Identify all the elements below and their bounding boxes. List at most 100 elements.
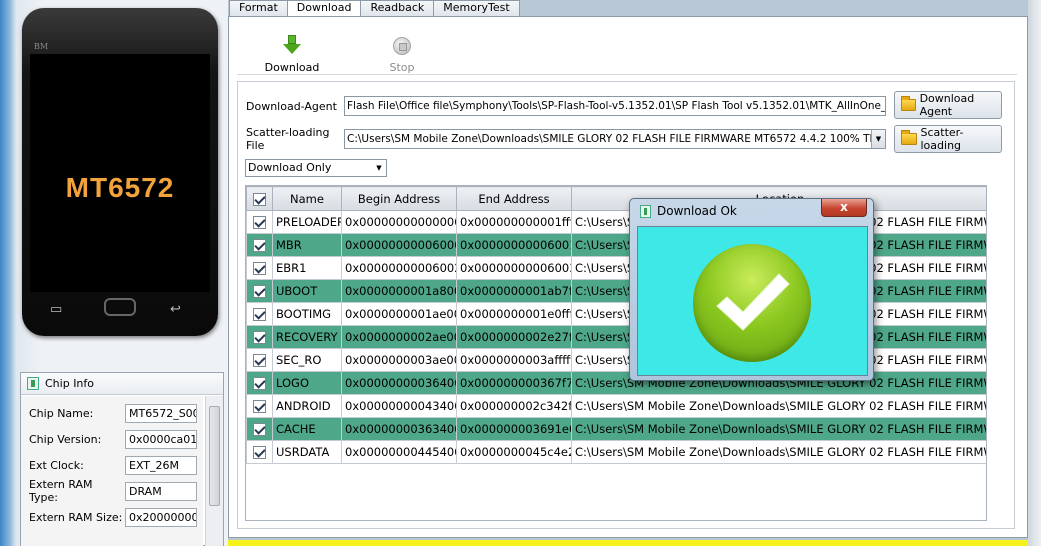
row-checkbox[interactable]	[246, 417, 273, 441]
stop-icon	[393, 37, 411, 55]
chip-info-value[interactable]: DRAM	[125, 481, 197, 501]
column-header-name[interactable]: Name	[272, 186, 342, 211]
column-header-end-address[interactable]: End Address	[456, 186, 572, 211]
scatter-label: Scatter-loading File	[246, 126, 330, 152]
chip-info-label: Extern RAM Type:	[29, 478, 93, 504]
table-row[interactable]: LOGO0x00000000036400000x000000000367f731…	[246, 371, 986, 395]
chip-info-row: Chip Name: MT6572_S00	[29, 402, 199, 424]
app-icon	[640, 204, 651, 218]
row-checkbox[interactable]	[246, 325, 273, 349]
chip-info-label: Chip Version:	[29, 432, 102, 446]
chip-info-row: Chip Version: 0x0000ca01	[29, 428, 199, 450]
close-button[interactable]: x	[821, 199, 867, 217]
tab-download[interactable]: Download	[286, 0, 362, 17]
table-row[interactable]: MBR0x00000000006000000x00000000006001ffC…	[246, 233, 986, 257]
end-address: 0x0000000001ab7fff	[456, 279, 572, 303]
tab-memorytest[interactable]: MemoryTest	[433, 0, 520, 16]
chip-info-body: Chip Name: MT6572_S00 Chip Version: 0x0000c…	[21, 396, 203, 546]
stop-button-label: Stop	[389, 61, 415, 74]
scatter-loading-button[interactable]: Scatter-loading	[894, 125, 1002, 153]
partition-name: EBR1	[272, 256, 342, 280]
row-checkbox[interactable]	[246, 348, 273, 372]
end-address: 0x0000000045c4e237	[456, 440, 572, 464]
left-pane: BM MT6572 ▭ ↩ Chip Info Chip Name: MT6572…	[0, 0, 228, 546]
partition-name: ANDROID	[272, 394, 342, 418]
download-agent-path[interactable]: Flash File\Office file\Symphony\Tools\SP…	[344, 96, 886, 116]
partition-table: Name Begin Address End Address Location …	[245, 185, 987, 521]
chip-info-value[interactable]: 0x20000000	[125, 507, 197, 527]
chip-info-value[interactable]: MT6572_S00	[125, 403, 197, 423]
partition-name: BOOTIMG	[272, 302, 342, 326]
tab-format[interactable]: Format	[229, 0, 288, 16]
table-row[interactable]: CACHE0x00000000363400000x000000003691e0c…	[246, 417, 986, 441]
partition-name: SEC_RO	[272, 348, 342, 372]
tab-readback[interactable]: Readback	[360, 0, 435, 16]
partition-name: UBOOT	[272, 279, 342, 303]
end-address: 0x000000000001ffff	[456, 210, 572, 234]
row-checkbox[interactable]	[246, 279, 273, 303]
table-row[interactable]: RECOVERY0x0000000002ae00000x0000000002e2…	[246, 325, 986, 349]
folder-icon	[901, 130, 917, 145]
table-header-row: Name Begin Address End Address Location	[246, 186, 986, 211]
table-row[interactable]: BOOTIMG0x0000000001ae00000x0000000001e0f…	[246, 302, 986, 326]
select-all-checkbox[interactable]	[246, 186, 273, 211]
table-row[interactable]: EBR10x00000000006002000x00000000006003ff…	[246, 256, 986, 280]
chip-info-header: Chip Info	[21, 373, 223, 395]
partition-name: MBR	[272, 233, 342, 257]
table-row[interactable]: ANDROID0x00000000043400000x000000002c342…	[246, 394, 986, 418]
partition-name: LOGO	[272, 371, 342, 395]
chip-info-value[interactable]: 0x0000ca01	[125, 429, 197, 449]
begin-address: 0x0000000003640000	[341, 371, 457, 395]
row-checkbox[interactable]	[246, 440, 273, 464]
partition-name: CACHE	[272, 417, 342, 441]
chip-info-value[interactable]: EXT_26M	[125, 455, 197, 475]
end-address: 0x000000002c342fff	[456, 394, 572, 418]
begin-address: 0x0000000000600000	[341, 233, 457, 257]
row-checkbox[interactable]	[246, 394, 273, 418]
table-row[interactable]: SEC_RO0x0000000003ae00000x0000000003afff…	[246, 348, 986, 372]
row-checkbox[interactable]	[246, 233, 273, 257]
chip-info-scrollbar[interactable]	[205, 396, 223, 546]
row-checkbox[interactable]	[246, 210, 273, 234]
chip-info-label: Ext Clock:	[29, 458, 84, 472]
row-checkbox[interactable]	[246, 302, 273, 326]
home-key-icon	[104, 298, 136, 316]
download-agent-label: Download-Agent	[246, 99, 337, 113]
partition-name: PRELOADER	[272, 210, 342, 234]
scatter-loading-button-label: Scatter-loading	[920, 126, 964, 152]
partition-name: USRDATA	[272, 440, 342, 464]
dialog-title-bar: Download Ok	[640, 204, 737, 218]
stop-button[interactable]: Stop	[367, 29, 437, 75]
end-address: 0x00000000006003ff	[456, 256, 572, 280]
table-row[interactable]: USRDATA0x00000000445400000x0000000045c4e…	[246, 440, 986, 464]
phone-model-label: MT6572	[65, 172, 175, 203]
end-address: 0x0000000003afffff	[456, 348, 572, 372]
download-button-label: Download	[264, 61, 320, 74]
close-icon: x	[840, 200, 848, 214]
phone-image: BM MT6572 ▭ ↩	[22, 8, 218, 336]
file-location: C:\Users\SM Mobile Zone\Downloads\SMILE …	[571, 394, 986, 418]
begin-address: 0x0000000000000000	[341, 210, 457, 234]
begin-address: 0x0000000003ae0000	[341, 348, 457, 372]
chevron-down-icon[interactable]: ▼	[871, 130, 885, 148]
status-bar	[228, 540, 1028, 546]
scrollbar-thumb[interactable]	[209, 406, 220, 506]
download-mode-select[interactable]: Download Only ▼	[245, 159, 387, 177]
download-ok-dialog: Download Ok x	[629, 198, 874, 381]
table-row[interactable]: UBOOT0x0000000001a800000x0000000001ab7ff…	[246, 279, 986, 303]
phone-brand: BM	[34, 42, 49, 51]
row-checkbox[interactable]	[246, 371, 273, 395]
row-checkbox[interactable]	[246, 256, 273, 280]
begin-address: 0x0000000002ae0000	[341, 325, 457, 349]
chip-info-row: Ext Clock: EXT_26M	[29, 454, 199, 476]
chevron-down-icon[interactable]: ▼	[372, 160, 386, 176]
download-button[interactable]: Download	[257, 29, 327, 75]
chip-info-label: Extern RAM Size:	[29, 510, 123, 524]
scatter-row: Scatter-loading File C:\Users\SM Mobile …	[246, 126, 886, 152]
download-agent-button[interactable]: Download Agent	[894, 91, 1002, 119]
scatter-path-select[interactable]: C:\Users\SM Mobile Zone\Downloads\SMILE …	[344, 129, 886, 149]
toolbar: Download Stop	[237, 21, 1017, 75]
column-header-begin-address[interactable]: Begin Address	[341, 186, 457, 211]
table-row[interactable]: PRELOADER0x00000000000000000x00000000000…	[246, 210, 986, 234]
chip-info-row: Extern RAM Size: 0x20000000	[29, 506, 199, 528]
